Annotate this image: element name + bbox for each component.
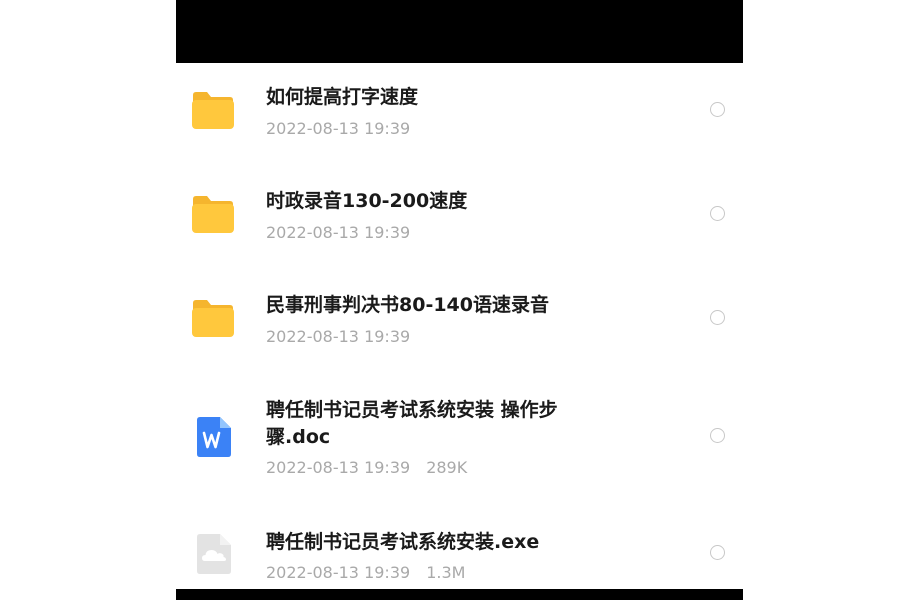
file-meta: 2022-08-13 19:39	[266, 223, 410, 243]
select-radio[interactable]	[710, 206, 725, 221]
status-bar	[176, 0, 743, 63]
file-size: 1.3M	[426, 563, 466, 582]
file-meta: 2022-08-13 19:39 289K	[266, 458, 467, 478]
file-row[interactable]: 时政录音130-200速度 2022-08-13 19:39	[176, 167, 743, 271]
folder-icon	[192, 196, 234, 233]
file-name: 聘任制书记员考试系统安装 操作步骤.doc	[266, 399, 558, 448]
select-radio[interactable]	[710, 310, 725, 325]
file-row[interactable]: 民事刑事判决书80-140语速录音 2022-08-13 19:39	[176, 271, 743, 375]
file-meta: 2022-08-13 19:39	[266, 327, 410, 347]
folder-icon	[192, 92, 234, 129]
select-radio[interactable]	[710, 102, 725, 117]
word-doc-icon	[197, 417, 231, 457]
file-name: 民事刑事判决书80-140语速录音	[266, 294, 549, 316]
select-radio[interactable]	[710, 428, 725, 443]
file-date: 2022-08-13 19:39	[266, 223, 411, 242]
file-date: 2022-08-13 19:39	[266, 458, 411, 477]
file-name: 如何提高打字速度	[266, 86, 419, 108]
folder-icon	[192, 300, 234, 337]
file-name: 聘任制书记员考试系统安装.exe	[266, 531, 540, 553]
file-row[interactable]: 聘任制书记员考试系统安装.exe 2022-08-13 19:39 1.3M	[176, 505, 743, 589]
bottom-bar	[176, 589, 743, 600]
file-size: 289K	[426, 458, 468, 477]
file-list-screen: 如何提高打字速度 2022-08-13 19:39 时政录音130-200速度 …	[176, 0, 743, 600]
file-name: 时政录音130-200速度	[266, 190, 468, 212]
file-date: 2022-08-13 19:39	[266, 119, 411, 138]
file-row[interactable]: 聘任制书记员考试系统安装 操作步骤.doc 2022-08-13 19:39 28…	[176, 375, 743, 505]
select-radio[interactable]	[710, 545, 725, 560]
file-meta: 2022-08-13 19:39 1.3M	[266, 563, 465, 583]
file-date: 2022-08-13 19:39	[266, 563, 411, 582]
file-row[interactable]: 如何提高打字速度 2022-08-13 19:39	[176, 63, 743, 167]
file-meta: 2022-08-13 19:39	[266, 119, 410, 139]
cloud-file-icon	[197, 534, 231, 574]
file-date: 2022-08-13 19:39	[266, 327, 411, 346]
